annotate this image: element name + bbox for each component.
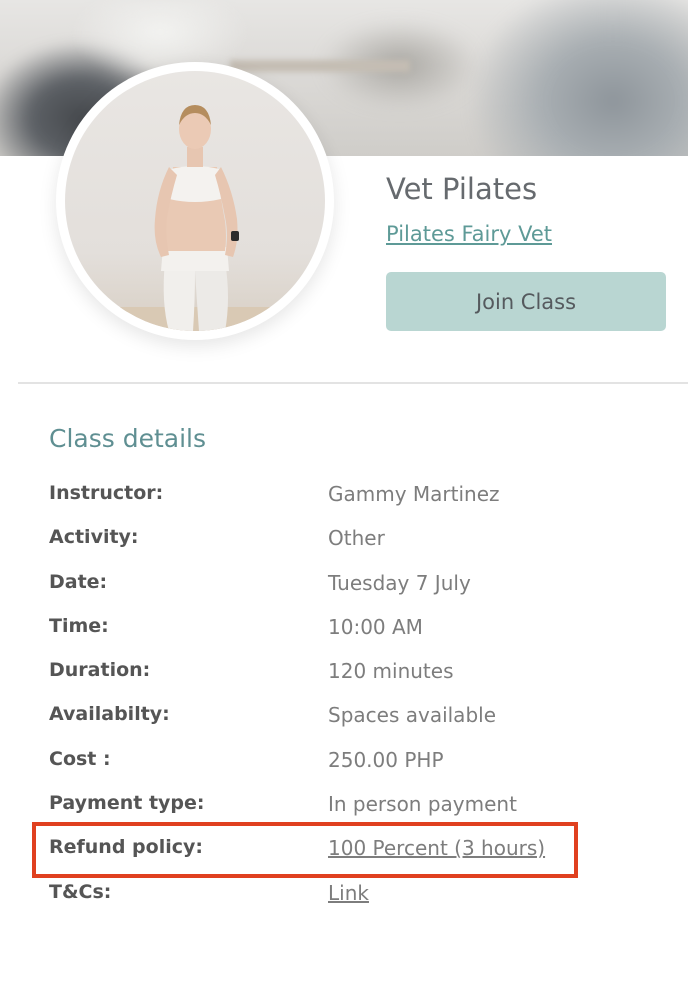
detail-label: Date: xyxy=(49,570,108,593)
detail-value: Tuesday 7 July xyxy=(328,570,471,595)
avatar-photo xyxy=(65,71,325,331)
detail-value: 120 minutes xyxy=(328,659,454,684)
detail-label: Availabilty: xyxy=(49,703,170,726)
detail-value: Gammy Martinez xyxy=(328,482,500,506)
detail-row-terms: T&Cs: Link xyxy=(49,875,669,919)
detail-value: In person payment xyxy=(328,792,517,817)
instructor-avatar xyxy=(56,62,334,340)
class-page: Vet Pilates Pilates Fairy Vet Join Class… xyxy=(0,0,688,986)
detail-value: 250.00 PHP xyxy=(328,747,444,772)
detail-label: Payment type: xyxy=(49,792,205,815)
studio-link[interactable]: Pilates Fairy Vet xyxy=(386,222,552,246)
pilates-woman-illustration xyxy=(65,105,325,331)
detail-label: Duration: xyxy=(49,659,151,682)
detail-label: Cost : xyxy=(49,747,111,770)
detail-label: T&Cs: xyxy=(49,880,112,903)
detail-row-time: Time: 10:00 AM xyxy=(49,609,669,653)
class-details-heading: Class details xyxy=(49,424,207,453)
detail-label: Activity: xyxy=(49,526,139,549)
detail-row-activity: Activity: Other xyxy=(49,520,669,564)
detail-label: Time: xyxy=(49,614,109,637)
refund-policy-link[interactable]: 100 Percent (3 hours) xyxy=(328,836,545,860)
detail-row-payment-type: Payment type: In person payment xyxy=(49,786,669,830)
detail-row-cost: Cost : 250.00 PHP xyxy=(49,742,669,786)
detail-value: Other xyxy=(328,526,385,551)
class-title: Vet Pilates xyxy=(386,172,538,206)
join-class-button[interactable]: Join Class xyxy=(386,272,666,331)
detail-label: Instructor: xyxy=(49,482,164,504)
detail-row-duration: Duration: 120 minutes xyxy=(49,653,669,697)
detail-row-instructor: Instructor: Gammy Martinez xyxy=(49,476,669,520)
divider xyxy=(18,382,688,384)
detail-row-availability: Availabilty: Spaces available xyxy=(49,697,669,741)
detail-row-refund-policy: Refund policy: 100 Percent (3 hours) xyxy=(49,830,669,874)
detail-label: Refund policy: xyxy=(49,836,203,859)
detail-value: Spaces available xyxy=(328,703,496,728)
class-details-list: Instructor: Gammy Martinez Activity: Oth… xyxy=(49,476,669,919)
detail-row-date: Date: Tuesday 7 July xyxy=(49,565,669,609)
terms-link[interactable]: Link xyxy=(328,881,369,905)
detail-value: 10:00 AM xyxy=(328,614,423,639)
